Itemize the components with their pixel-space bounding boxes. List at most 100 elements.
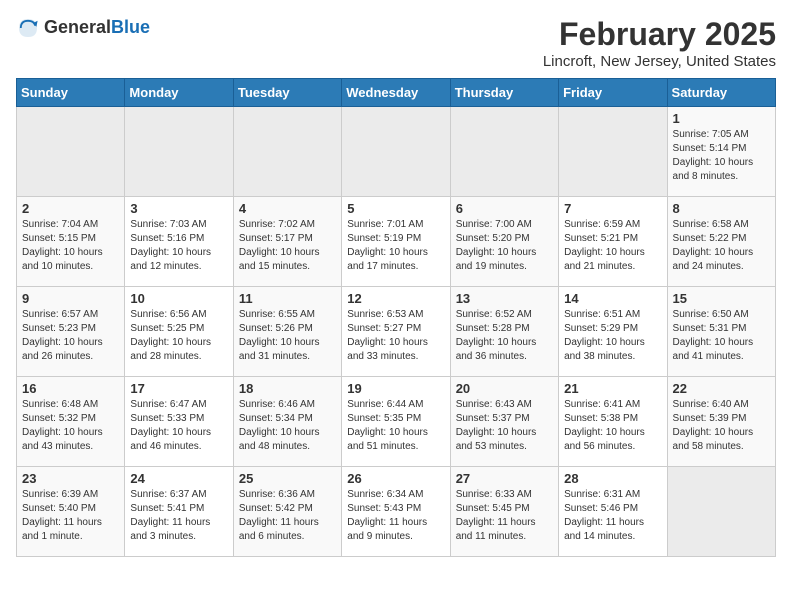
day-number: 4 [239, 201, 336, 216]
day-info: Sunrise: 6:56 AMSunset: 5:25 PMDaylight:… [130, 308, 227, 364]
weekday-header-saturday: Saturday [667, 79, 775, 107]
day-number: 9 [22, 291, 119, 306]
calendar-cell: 5 Sunrise: 7:01 AMSunset: 5:19 PMDaylight… [342, 197, 450, 287]
calendar-cell: 7 Sunrise: 6:59 AMSunset: 5:21 PMDaylight… [559, 197, 667, 287]
calendar-cell: 25 Sunrise: 6:36 AMSunset: 5:42 PMDayligh… [233, 467, 341, 557]
calendar-cell: 15 Sunrise: 6:50 AMSunset: 5:31 PMDayligh… [667, 287, 775, 377]
day-info: Sunrise: 7:04 AMSunset: 5:15 PMDaylight:… [22, 218, 119, 274]
weekday-header-row: SundayMondayTuesdayWednesdayThursdayFrid… [17, 79, 776, 107]
calendar-cell: 16 Sunrise: 6:48 AMSunset: 5:32 PMDayligh… [17, 377, 125, 467]
day-info: Sunrise: 6:50 AMSunset: 5:31 PMDaylight:… [673, 308, 770, 364]
day-number: 7 [564, 201, 661, 216]
day-info: Sunrise: 6:43 AMSunset: 5:37 PMDaylight:… [456, 398, 553, 454]
day-info: Sunrise: 6:53 AMSunset: 5:27 PMDaylight:… [347, 308, 444, 364]
calendar-cell [342, 107, 450, 197]
day-number: 6 [456, 201, 553, 216]
calendar-cell: 1Sunrise: 7:05 AMSunset: 5:14 PMDaylight… [667, 107, 775, 197]
calendar-cell: 9 Sunrise: 6:57 AMSunset: 5:23 PMDaylight… [17, 287, 125, 377]
day-number: 8 [673, 201, 770, 216]
day-info: Sunrise: 6:36 AMSunset: 5:42 PMDaylight:… [239, 488, 336, 544]
day-number: 16 [22, 381, 119, 396]
day-info: Sunrise: 6:46 AMSunset: 5:34 PMDaylight:… [239, 398, 336, 454]
day-number: 19 [347, 381, 444, 396]
day-info: Sunrise: 7:05 AMSunset: 5:14 PMDaylight:… [673, 128, 770, 184]
calendar-cell: 20 Sunrise: 6:43 AMSunset: 5:37 PMDayligh… [450, 377, 558, 467]
day-info: Sunrise: 7:02 AMSunset: 5:17 PMDaylight:… [239, 218, 336, 274]
calendar-cell [125, 107, 233, 197]
day-info: Sunrise: 6:52 AMSunset: 5:28 PMDaylight:… [456, 308, 553, 364]
calendar-cell: 24Sunrise: 6:37 AMSunset: 5:41 PMDayligh… [125, 467, 233, 557]
day-info: Sunrise: 6:31 AMSunset: 5:46 PMDaylight:… [564, 488, 661, 544]
week-row-5: 23Sunrise: 6:39 AMSunset: 5:40 PMDayligh… [17, 467, 776, 557]
calendar-cell [559, 107, 667, 197]
day-number: 3 [130, 201, 227, 216]
page-header: GeneralBlue February 2025 Lincroft, New … [16, 16, 776, 70]
day-number: 13 [456, 291, 553, 306]
day-info: Sunrise: 6:44 AMSunset: 5:35 PMDaylight:… [347, 398, 444, 454]
day-info: Sunrise: 6:59 AMSunset: 5:21 PMDaylight:… [564, 218, 661, 274]
calendar-cell: 17 Sunrise: 6:47 AMSunset: 5:33 PMDayligh… [125, 377, 233, 467]
day-number: 11 [239, 291, 336, 306]
weekday-header-thursday: Thursday [450, 79, 558, 107]
calendar-cell: 27Sunrise: 6:33 AMSunset: 5:45 PMDayligh… [450, 467, 558, 557]
day-info: Sunrise: 6:39 AMSunset: 5:40 PMDaylight:… [22, 488, 119, 544]
title-section: February 2025 Lincroft, New Jersey, Unit… [543, 16, 776, 70]
day-info: Sunrise: 6:34 AMSunset: 5:43 PMDaylight:… [347, 488, 444, 544]
calendar-cell: 18 Sunrise: 6:46 AMSunset: 5:34 PMDayligh… [233, 377, 341, 467]
day-number: 10 [130, 291, 227, 306]
day-info: Sunrise: 6:41 AMSunset: 5:38 PMDaylight:… [564, 398, 661, 454]
week-row-1: 1Sunrise: 7:05 AMSunset: 5:14 PMDaylight… [17, 107, 776, 197]
day-info: Sunrise: 6:58 AMSunset: 5:22 PMDaylight:… [673, 218, 770, 274]
day-number: 14 [564, 291, 661, 306]
day-info: Sunrise: 6:47 AMSunset: 5:33 PMDaylight:… [130, 398, 227, 454]
day-number: 20 [456, 381, 553, 396]
day-info: Sunrise: 6:48 AMSunset: 5:32 PMDaylight:… [22, 398, 119, 454]
day-info: Sunrise: 7:03 AMSunset: 5:16 PMDaylight:… [130, 218, 227, 274]
day-number: 5 [347, 201, 444, 216]
month-title: February 2025 [543, 16, 776, 53]
day-number: 28 [564, 471, 661, 486]
location-title: Lincroft, New Jersey, United States [543, 53, 776, 70]
day-info: Sunrise: 6:37 AMSunset: 5:41 PMDaylight:… [130, 488, 227, 544]
calendar-cell [17, 107, 125, 197]
calendar-cell [450, 107, 558, 197]
weekday-header-sunday: Sunday [17, 79, 125, 107]
day-info: Sunrise: 6:57 AMSunset: 5:23 PMDaylight:… [22, 308, 119, 364]
weekday-header-tuesday: Tuesday [233, 79, 341, 107]
day-number: 26 [347, 471, 444, 486]
calendar-cell: 14 Sunrise: 6:51 AMSunset: 5:29 PMDayligh… [559, 287, 667, 377]
calendar-cell: 28 Sunrise: 6:31 AMSunset: 5:46 PMDayligh… [559, 467, 667, 557]
weekday-header-wednesday: Wednesday [342, 79, 450, 107]
day-info: Sunrise: 6:55 AMSunset: 5:26 PMDaylight:… [239, 308, 336, 364]
week-row-4: 16 Sunrise: 6:48 AMSunset: 5:32 PMDayligh… [17, 377, 776, 467]
week-row-3: 9 Sunrise: 6:57 AMSunset: 5:23 PMDaylight… [17, 287, 776, 377]
weekday-header-monday: Monday [125, 79, 233, 107]
day-number: 2 [22, 201, 119, 216]
calendar-cell: 4 Sunrise: 7:02 AMSunset: 5:17 PMDaylight… [233, 197, 341, 287]
day-info: Sunrise: 7:01 AMSunset: 5:19 PMDaylight:… [347, 218, 444, 274]
day-number: 12 [347, 291, 444, 306]
day-info: Sunrise: 6:40 AMSunset: 5:39 PMDaylight:… [673, 398, 770, 454]
day-number: 27 [456, 471, 553, 486]
calendar-cell: 26 Sunrise: 6:34 AMSunset: 5:43 PMDayligh… [342, 467, 450, 557]
calendar-cell: 3 Sunrise: 7:03 AMSunset: 5:16 PMDaylight… [125, 197, 233, 287]
day-info: Sunrise: 7:00 AMSunset: 5:20 PMDaylight:… [456, 218, 553, 274]
calendar-cell: 8 Sunrise: 6:58 AMSunset: 5:22 PMDaylight… [667, 197, 775, 287]
logo: GeneralBlue [16, 16, 150, 40]
day-number: 15 [673, 291, 770, 306]
day-number: 17 [130, 381, 227, 396]
weekday-header-friday: Friday [559, 79, 667, 107]
day-info: Sunrise: 6:51 AMSunset: 5:29 PMDaylight:… [564, 308, 661, 364]
calendar-cell: 12 Sunrise: 6:53 AMSunset: 5:27 PMDayligh… [342, 287, 450, 377]
calendar-cell: 13 Sunrise: 6:52 AMSunset: 5:28 PMDayligh… [450, 287, 558, 377]
logo-icon [16, 16, 40, 40]
calendar-cell: 6 Sunrise: 7:00 AMSunset: 5:20 PMDaylight… [450, 197, 558, 287]
week-row-2: 2 Sunrise: 7:04 AMSunset: 5:15 PMDaylight… [17, 197, 776, 287]
calendar-cell [667, 467, 775, 557]
day-number: 18 [239, 381, 336, 396]
calendar-cell: 10 Sunrise: 6:56 AMSunset: 5:25 PMDayligh… [125, 287, 233, 377]
day-number: 25 [239, 471, 336, 486]
calendar-cell [233, 107, 341, 197]
calendar-cell: 11 Sunrise: 6:55 AMSunset: 5:26 PMDayligh… [233, 287, 341, 377]
calendar-cell: 2 Sunrise: 7:04 AMSunset: 5:15 PMDaylight… [17, 197, 125, 287]
